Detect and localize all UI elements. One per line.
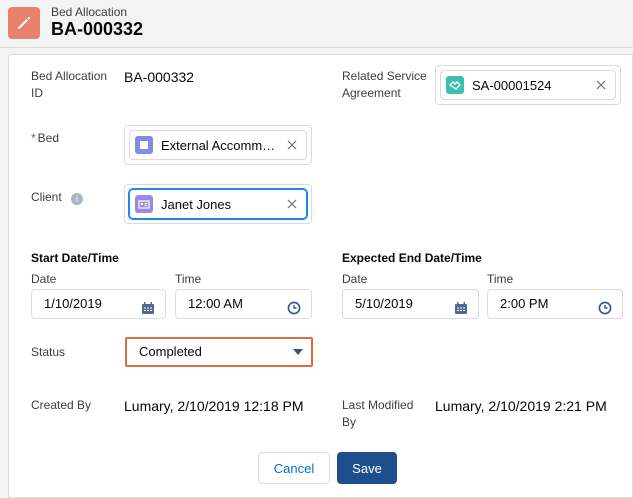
start-date-input[interactable]: 1/10/2019 bbox=[31, 289, 166, 319]
contact-card-icon bbox=[135, 195, 153, 213]
status-selected-value: Completed bbox=[139, 344, 202, 359]
service-agreement-pill[interactable]: SA-00001524 bbox=[440, 70, 616, 100]
bed-record-icon bbox=[135, 136, 153, 154]
bed-allocation-id-label: Bed Allocation ID bbox=[31, 68, 107, 102]
label-text: Client bbox=[31, 190, 62, 204]
record-title: BA-000332 bbox=[51, 19, 144, 39]
status-label: Status bbox=[31, 345, 66, 359]
pencil-edit-icon bbox=[8, 7, 40, 39]
clock-icon[interactable] bbox=[598, 297, 612, 315]
label-line: Last Modified bbox=[342, 398, 414, 412]
clock-icon[interactable] bbox=[287, 297, 301, 315]
related-service-agreement-lookup[interactable]: SA-00001524 bbox=[435, 65, 621, 105]
object-label: Bed Allocation bbox=[51, 5, 128, 19]
record-header: Bed Allocation BA-000332 bbox=[0, 0, 633, 48]
calendar-icon[interactable] bbox=[454, 297, 468, 314]
end-time-input[interactable]: 2:00 PM bbox=[487, 289, 623, 319]
created-by-value: Lumary, 2/10/2019 12:18 PM bbox=[124, 398, 304, 414]
label-text: Bed bbox=[37, 131, 60, 145]
label-line: Bed Allocation bbox=[31, 69, 108, 83]
last-modified-by-label: Last Modified By bbox=[342, 397, 413, 431]
status-select[interactable]: Completed bbox=[125, 337, 313, 367]
end-date-value: 5/10/2019 bbox=[355, 296, 413, 311]
edit-form-card: Bed Allocation ID BA-000332 Related Serv… bbox=[8, 54, 633, 498]
label-line: Agreement bbox=[342, 86, 401, 100]
required-marker: * bbox=[31, 131, 36, 145]
save-button[interactable]: Save bbox=[337, 452, 397, 484]
end-date-label: Date bbox=[342, 272, 368, 286]
start-date-value: 1/10/2019 bbox=[44, 296, 102, 311]
client-pill-text: Janet Jones bbox=[161, 196, 232, 212]
calendar-icon[interactable] bbox=[141, 297, 155, 314]
service-agreement-pill-text: SA-00001524 bbox=[472, 77, 552, 93]
client-label: Client i bbox=[31, 189, 84, 206]
bed-lookup[interactable]: External Accomm… bbox=[124, 125, 312, 165]
label-line: Related Service bbox=[342, 69, 427, 83]
related-service-agreement-label: Related Service Agreement bbox=[342, 68, 427, 102]
client-pill[interactable]: Janet Jones bbox=[129, 189, 307, 219]
cancel-button[interactable]: Cancel bbox=[258, 452, 330, 484]
bed-pill-text: External Accomm… bbox=[161, 137, 276, 153]
close-icon[interactable] bbox=[591, 75, 611, 95]
bed-pill[interactable]: External Accomm… bbox=[129, 130, 307, 160]
bed-allocation-id-value: BA-000332 bbox=[124, 69, 195, 85]
end-datetime-section: Expected End Date/Time bbox=[342, 251, 482, 265]
close-icon[interactable] bbox=[282, 135, 302, 155]
client-lookup[interactable]: Janet Jones bbox=[124, 184, 312, 224]
start-time-input[interactable]: 12:00 AM bbox=[175, 289, 312, 319]
end-time-value: 2:00 PM bbox=[500, 296, 549, 311]
info-icon[interactable]: i bbox=[71, 193, 84, 205]
close-icon[interactable] bbox=[282, 194, 302, 214]
end-date-input[interactable]: 5/10/2019 bbox=[342, 289, 479, 319]
start-time-label: Time bbox=[175, 272, 202, 286]
handshake-icon bbox=[446, 76, 464, 94]
start-date-label: Date bbox=[31, 272, 57, 286]
label-line: By bbox=[342, 415, 357, 429]
bed-label: * Bed bbox=[31, 130, 59, 147]
created-by-label: Created By bbox=[31, 398, 92, 412]
label-line: ID bbox=[31, 86, 43, 100]
end-time-label: Time bbox=[487, 272, 514, 286]
last-modified-by-value: Lumary, 2/10/2019 2:21 PM bbox=[435, 398, 607, 414]
start-time-value: 12:00 AM bbox=[188, 296, 243, 311]
start-datetime-section: Start Date/Time bbox=[31, 251, 119, 265]
chevron-down-icon bbox=[293, 349, 303, 355]
